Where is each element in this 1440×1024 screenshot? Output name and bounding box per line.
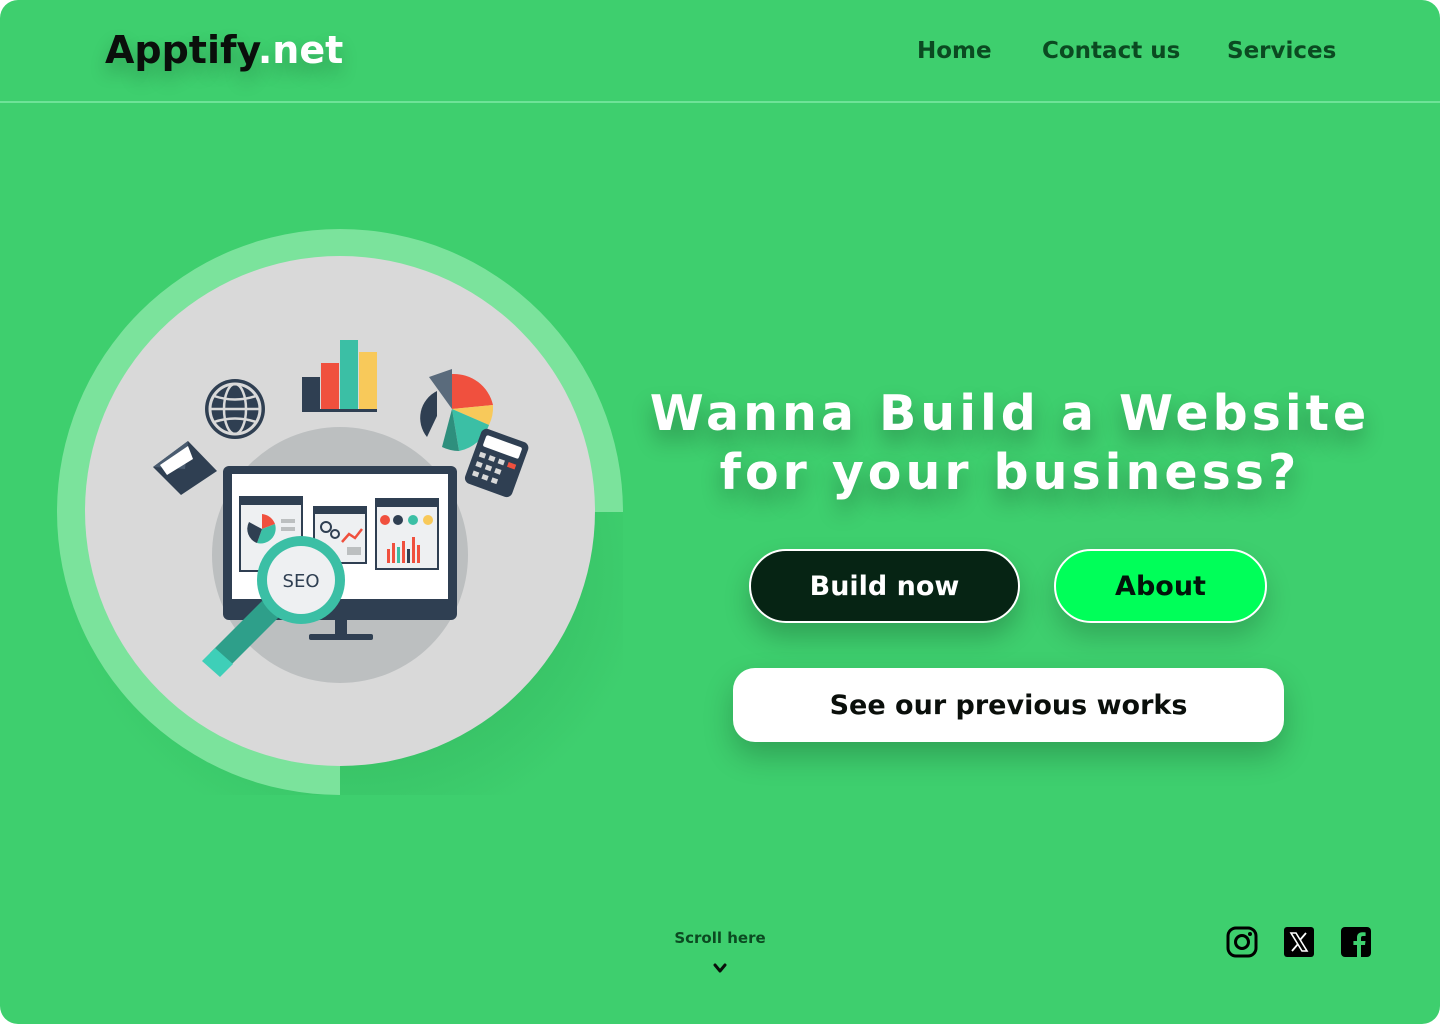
previous-works-button[interactable]: See our previous works <box>733 668 1284 742</box>
nav-services-link[interactable]: Services <box>1227 38 1336 64</box>
site-header: Apptify.net Home Contact us Services <box>0 0 1440 103</box>
brand-tld: .net <box>257 28 344 72</box>
brand-logo[interactable]: Apptify.net <box>105 28 343 72</box>
build-now-button[interactable]: Build now <box>749 549 1020 623</box>
chevron-down-icon[interactable] <box>712 962 728 974</box>
scroll-hint-label[interactable]: Scroll here <box>660 929 780 947</box>
facebook-icon[interactable] <box>1340 926 1372 958</box>
brand-name: Apptify <box>105 28 258 72</box>
instagram-icon[interactable] <box>1226 926 1258 958</box>
seo-illustration: SEO <box>57 229 623 795</box>
about-button[interactable]: About <box>1054 549 1267 623</box>
globe-icon <box>205 379 265 439</box>
seo-badge-text: SEO <box>283 571 320 592</box>
nav-contact-link[interactable]: Contact us <box>1042 38 1180 64</box>
x-icon[interactable] <box>1283 926 1315 958</box>
hero-headline: Wanna Build a Website for your business? <box>649 385 1371 501</box>
landing-page: Apptify.net Home Contact us Services SEO… <box>0 0 1440 1024</box>
nav-home-link[interactable]: Home <box>917 38 992 64</box>
